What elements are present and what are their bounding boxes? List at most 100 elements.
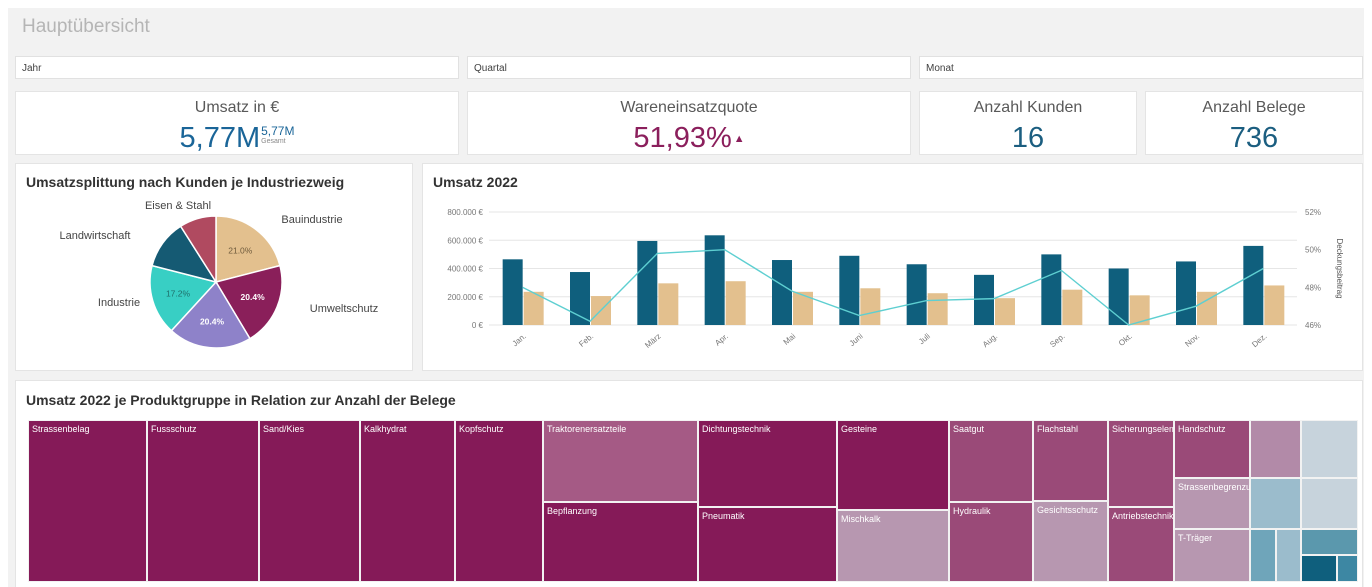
bar-umsatz[interactable] — [1041, 254, 1062, 325]
treemap-cell-hydraulik[interactable]: Hydraulik — [949, 502, 1033, 582]
y-axis-tick-left: 400.000 € — [447, 265, 483, 274]
treemap-title: Umsatz 2022 je Produktgruppe in Relation… — [26, 392, 456, 408]
treemap-cell-strassenbelag[interactable]: Strassenbelag — [28, 420, 147, 582]
bar-series-2[interactable] — [793, 291, 813, 325]
x-axis-tick: Okt. — [1117, 332, 1134, 348]
bar-series-2[interactable] — [995, 298, 1015, 325]
treemap-cell-label: Gesteine — [841, 424, 878, 434]
treemap-cell-t-traeger[interactable]: T-Träger — [1174, 529, 1250, 582]
bar-series-2[interactable] — [1264, 285, 1285, 325]
bar-umsatz[interactable] — [570, 272, 590, 325]
treemap-cell-small[interactable] — [1250, 478, 1301, 529]
y-axis-tick-right: 46% — [1305, 321, 1321, 330]
pie-chart[interactable]: 21.0% Bauindustrie 20.4% Umweltschutz 20.4% 1… — [16, 164, 412, 370]
pie-legend-label: Bauindustrie — [281, 214, 342, 226]
kpi-umsatz[interactable]: Umsatz in € 5,77M 5,77M Gesamt — [15, 91, 459, 155]
treemap-cell-label: Pneumatik — [702, 511, 745, 521]
filter-quartal[interactable]: Quartal — [467, 56, 911, 79]
treemap-cell-small[interactable] — [1301, 529, 1358, 555]
treemap-cell-fussschutz[interactable]: Fussschutz — [147, 420, 259, 582]
y-axis-tick-right: 52% — [1305, 208, 1321, 217]
treemap-cell-gesichtsschutz[interactable]: Gesichtsschutz — [1033, 501, 1108, 582]
x-axis-tick: Apr. — [713, 332, 730, 348]
kpi-umsatz-sup-label: Gesamt — [261, 138, 286, 145]
treemap-cell-bepflanzung[interactable]: Bepflanzung — [543, 502, 698, 582]
bar-chart-card[interactable]: Umsatz 2022 800.000 €600.000 €400.000 €2… — [422, 163, 1363, 371]
kpi-anzahl-belege-value: 736 — [1229, 122, 1279, 154]
treemap-cell-small[interactable] — [1250, 420, 1301, 478]
treemap-cell-label: Hydraulik — [953, 506, 991, 516]
pie-data-label: 17.2% — [166, 288, 191, 298]
treemap-cell-sicherungselemente[interactable]: Sicherungselemente — [1108, 420, 1175, 507]
treemap-cell-kalkhydrat[interactable]: Kalkhydrat — [360, 420, 455, 582]
x-axis-tick: Jan. — [511, 332, 528, 349]
treemap-cell-sand-kies[interactable]: Sand/Kies — [259, 420, 360, 582]
bar-umsatz[interactable] — [637, 240, 658, 325]
kpi-wareneinsatzquote[interactable]: Wareneinsatzquote 51,93% ▲ — [467, 91, 911, 155]
bar-umsatz[interactable] — [502, 259, 523, 325]
treemap-cell-saatgut[interactable]: Saatgut — [949, 420, 1033, 502]
bar-series-2[interactable] — [725, 281, 746, 325]
kpi-umsatz-value-wrap: 5,77M 5,77M Gesamt — [16, 122, 458, 155]
filter-jahr[interactable]: Jahr — [15, 56, 459, 79]
x-axis-tick: Feb. — [577, 332, 595, 349]
treemap-cell-small[interactable] — [1301, 555, 1337, 582]
y-axis-tick-right: 50% — [1305, 246, 1321, 255]
x-axis-tick: März — [643, 332, 662, 350]
kpi-anzahl-kunden[interactable]: Anzahl Kunden 16 — [919, 91, 1137, 155]
treemap-cell-gesteine[interactable]: Gesteine — [837, 420, 949, 510]
filter-monat[interactable]: Monat — [919, 56, 1363, 79]
y-axis-tick-left: 600.000 € — [447, 236, 483, 245]
pie-data-label: 20.4% — [200, 316, 225, 326]
treemap-cell-small[interactable] — [1301, 420, 1358, 478]
treemap-cell-flachstahl[interactable]: Flachstahl — [1033, 420, 1108, 501]
treemap-cell-label: Kalkhydrat — [364, 424, 407, 434]
bar-series-2[interactable] — [860, 288, 881, 325]
treemap-cell-small[interactable] — [1337, 555, 1358, 582]
y-axis-tick-right: 48% — [1305, 283, 1321, 292]
treemap-cell-label: Sand/Kies — [263, 424, 305, 434]
kpi-umsatz-sup-value: 5,77M — [261, 124, 295, 138]
y-axis-tick-left: 0 € — [472, 321, 484, 330]
treemap-cell-small[interactable] — [1276, 529, 1301, 582]
bar-umsatz[interactable] — [906, 264, 927, 325]
bar-umsatz[interactable] — [974, 274, 994, 325]
bar-line-chart[interactable]: 800.000 € 600.000 € 400.000 € 200.000 € 0 € 5… — [423, 164, 1362, 370]
treemap-cell-label: Bepflanzung — [547, 506, 598, 516]
bar-umsatz[interactable] — [1243, 245, 1264, 325]
bar-series-2[interactable] — [658, 283, 679, 325]
treemap-cell-dichtungstechnik[interactable]: Dichtungstechnik — [698, 420, 837, 507]
bar-umsatz[interactable] — [772, 260, 792, 325]
bar-umsatz[interactable] — [1176, 261, 1196, 325]
kpi-umsatz-sup: 5,77M Gesamt — [261, 122, 294, 146]
treemap-cell-strassenbegrenzung[interactable]: Strassenbegrenzung — [1174, 478, 1251, 529]
bar-series-2[interactable] — [927, 293, 948, 325]
treemap-chart[interactable]: Strassenbelag Fussschutz Sand/Kies Kalkhydr… — [28, 420, 1358, 582]
bar-series-2[interactable] — [1062, 289, 1083, 325]
pie-chart-card[interactable]: Umsatzsplittung nach Kunden je Industrie… — [15, 163, 413, 371]
page-title: Hauptübersicht — [22, 16, 150, 37]
x-axis-tick: Aug. — [981, 332, 999, 349]
treemap-cell-label: Gesichtsschutz — [1037, 505, 1099, 515]
filter-jahr-label: Jahr — [22, 63, 42, 74]
x-axis-tick: Dez. — [1250, 332, 1268, 349]
bar-umsatz[interactable] — [704, 235, 725, 325]
treemap-cell-handschutz[interactable]: Handschutz — [1174, 420, 1250, 478]
pie-legend-label: Landwirtschaft — [60, 230, 131, 242]
treemap-cell-label: Flachstahl — [1037, 424, 1079, 434]
treemap-cell-mischkalk[interactable]: Mischkalk — [837, 510, 949, 582]
filter-quartal-label: Quartal — [474, 63, 507, 74]
kpi-umsatz-value: 5,77M — [179, 122, 261, 154]
treemap-cell-small[interactable] — [1250, 529, 1276, 582]
treemap-cell-label: Traktorenersatzteile — [547, 424, 627, 434]
treemap-cell-kopfschutz[interactable]: Kopfschutz — [455, 420, 543, 582]
treemap-cell-small[interactable] — [1301, 478, 1358, 529]
pie-data-label: 20.4% — [241, 292, 266, 302]
filter-monat-label: Monat — [926, 63, 954, 74]
treemap-cell-antriebstechnik[interactable]: Antriebstechnik — [1108, 507, 1174, 582]
kpi-anzahl-belege[interactable]: Anzahl Belege 736 — [1145, 91, 1363, 155]
treemap-cell-pneumatik[interactable]: Pneumatik — [698, 507, 837, 582]
kpi-anzahl-kunden-value: 16 — [1011, 122, 1045, 154]
treemap-card[interactable]: Umsatz 2022 je Produktgruppe in Relation… — [15, 380, 1363, 587]
treemap-cell-traktorenersatzteile[interactable]: Traktorenersatzteile — [543, 420, 698, 502]
